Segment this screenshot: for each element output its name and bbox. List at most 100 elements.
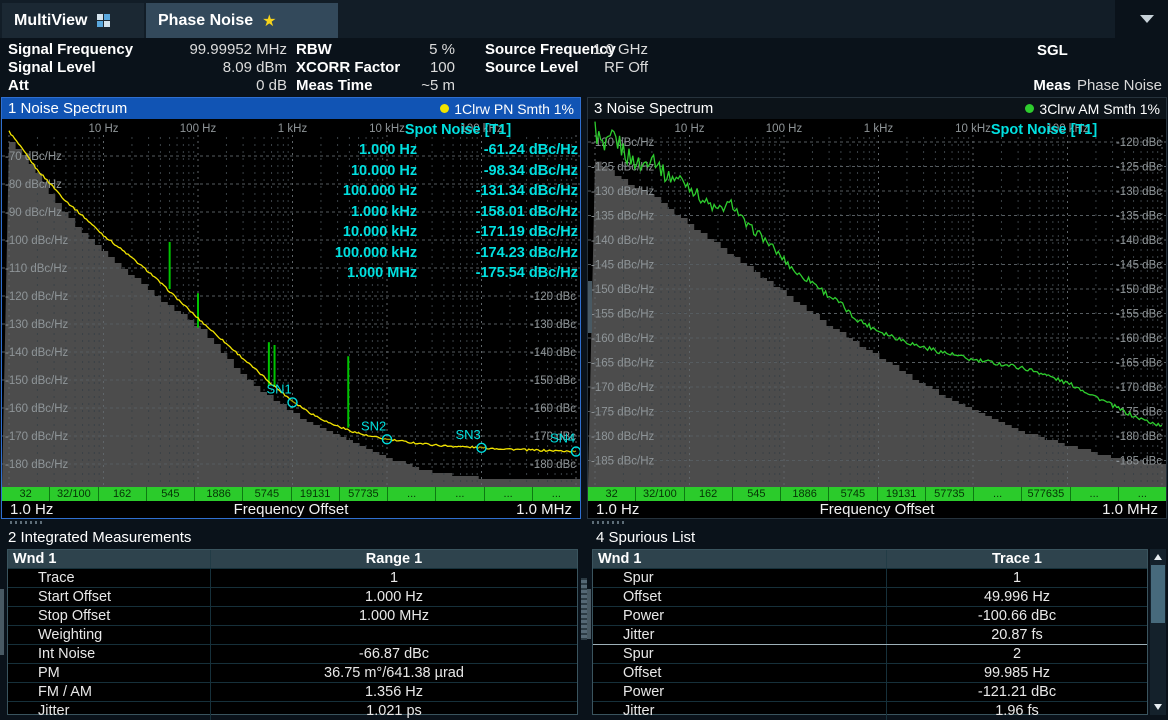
marker-sn2[interactable] [383,435,392,444]
scroll-up-icon[interactable] [1154,554,1162,560]
xcorr-segment-cell: ... [1119,487,1166,501]
window-1-trace-legend: 1Clrw PN Smth 1% [440,101,574,117]
xcorr-segment-bar-3: 3232/100162545188657451913157735...57763… [588,487,1166,501]
y-left-tick-label: -130 dBc/Hz [5,319,69,331]
y-right-tick-label: -160 dBc [1116,333,1162,345]
spot-noise-table-3: Spot Noise [T1] [866,121,1164,140]
header-field-value[interactable]: ~5 m [215,77,455,95]
scroll-down-icon[interactable] [1154,704,1162,710]
xcorr-segment-cell: ... [1071,487,1119,501]
spot-noise-value: -131.34 dBc/Hz [417,181,578,202]
xcorr-segment-cell: 19131 [878,487,926,501]
row-value: 1.000 MHz [210,607,577,625]
table-row[interactable]: Jitter20.87 fs [593,625,1147,644]
xcorr-segment-cell: 32 [2,487,50,501]
window-3-titlebar[interactable]: 3 Noise Spectrum 3Clrw AM Smth 1% [588,98,1166,119]
tab-phase-noise[interactable]: Phase Noise ★ [146,3,338,38]
table-row[interactable]: Weighting [8,625,577,644]
marker-label-sn4: SN4 [550,431,575,446]
marker-sn3[interactable] [477,443,486,452]
table-row[interactable]: Trace1 [8,568,577,587]
table-row[interactable]: Jitter1.96 fs [593,701,1147,720]
y-right-tick-label: -165 dBc [1116,358,1162,370]
window-4-titlebar[interactable]: 4 Spurious List [587,527,1168,548]
row-value: -100.66 dBc [886,607,1147,625]
x-tick-label: 10 Hz [88,123,118,135]
window-4-scrollbar[interactable] [1150,549,1166,715]
table-row[interactable]: FM / AM1.356 Hz [8,682,577,701]
table-row[interactable]: Jitter1.021 ps [8,701,577,720]
row-value [210,626,577,644]
spot-noise-value: -175.54 dBc/Hz [417,263,578,284]
x-axis-label-3: Frequency Offset [588,501,1166,518]
integrated-measurements-table: Wnd 1 Range 1 Trace1Start Offset1.000 Hz… [7,549,578,715]
header-field-value[interactable]: 1.0 GHz [408,41,648,59]
table-row[interactable]: Start Offset1.000 Hz [8,587,577,606]
window-3-noise-spectrum: 3 Noise Spectrum 3Clrw AM Smth 1% 10 Hz1… [587,97,1167,519]
xcorr-segment-cell: 57735 [340,487,388,501]
trace3-color-dot-icon [1025,104,1034,113]
row-label: Spur [593,569,886,587]
window-2-left-scroll-thumb[interactable] [0,589,4,655]
xcorr-segment-cell: 162 [685,487,733,501]
horizontal-splitter-handle-left[interactable] [10,521,44,524]
xcorr-segment-cell: 5745 [829,487,877,501]
table-row[interactable]: PM36.75 m°/641.38 µrad [8,663,577,682]
window-3-left-scroll-thumb[interactable] [588,281,592,333]
tab-multiview[interactable]: MultiView [2,3,144,38]
xcorr-segment-cell: ... [974,487,1022,501]
horizontal-splitter-handle-right[interactable] [592,521,626,524]
table-row[interactable]: Power-100.66 dBc [593,606,1147,625]
xcorr-segment-cell: 32/100 [50,487,98,501]
row-label: FM / AM [8,683,210,701]
multiview-grid-icon [97,14,110,27]
row-value: 1.96 fs [886,702,1147,720]
y-left-tick-label: -160 dBc/Hz [591,333,655,345]
table-row[interactable]: Power-121.21 dBc [593,682,1147,701]
table-row[interactable]: Spur1 [593,568,1147,587]
row-label: Int Noise [8,645,210,663]
table-row[interactable]: Int Noise-66.87 dBc [8,644,577,663]
table-row[interactable]: Stop Offset1.000 MHz [8,606,577,625]
y-right-tick-label: -145 dBc [1116,260,1162,272]
window-1-noise-spectrum: 1 Noise Spectrum 1Clrw PN Smth 1% 10 Hz 1… [1,97,581,519]
y-right-tick-label: -135 dBc [1116,211,1162,223]
y-left-tick-label: -185 dBc/Hz [591,456,655,468]
y-right-tick-label: -180 dBc [530,459,576,471]
y-left-tick-label: -70 dBc/Hz [5,151,62,163]
spot-noise-offset: 10.000 kHz [280,222,417,243]
y-left-tick-label: -120 dBc/Hz [5,291,69,303]
marker-sn4[interactable] [572,447,581,456]
spot-noise-offset: 1.000 Hz [280,140,417,161]
y-left-tick-label: -155 dBc/Hz [591,309,655,321]
row-value: 1.021 ps [210,702,577,720]
y-left-tick-label: -175 dBc/Hz [591,407,655,419]
window-2-titlebar[interactable]: 2 Integrated Measurements [0,527,582,548]
marker-sn1[interactable] [288,398,297,407]
y-left-tick-label: -150 dBc/Hz [5,375,69,387]
xcorr-segment-cell: 1886 [781,487,829,501]
spectrum-plot-3: 10 Hz100 Hz1 kHz10 kHz100 kHz-120 dBc/Hz… [588,119,1166,487]
y-right-tick-label: -185 dBc [1116,456,1162,468]
row-label: Jitter [593,702,886,720]
y-right-tick-label: -140 dBc [1116,235,1162,247]
y-left-tick-label: -140 dBc/Hz [5,347,69,359]
scroll-thumb[interactable] [1151,565,1165,623]
row-value: 1 [210,569,577,587]
xcorr-segment-bar-1: 3232/100162545188657451913157735........… [2,487,580,501]
header-field-value[interactable]: RF Off [408,59,648,77]
row-value: 2 [886,645,1147,663]
table-row[interactable]: Spur2 [593,644,1147,663]
meas-label: Meas [1033,77,1071,94]
y-left-tick-label: -150 dBc/Hz [591,284,655,296]
window-4-left-scroll-thumb[interactable] [587,589,591,639]
table-row[interactable]: Offset99.985 Hz [593,663,1147,682]
tab-dropdown-icon[interactable] [1140,15,1154,23]
xcorr-segment-cell: 162 [99,487,147,501]
row-label: Offset [593,588,886,606]
xcorr-segment-cell: ... [533,487,580,501]
spot-noise-row: 10.000 Hz-98.34 dBc/Hz [280,161,578,182]
window-3-title: 3 Noise Spectrum [594,100,713,117]
window-1-titlebar[interactable]: 1 Noise Spectrum 1Clrw PN Smth 1% [2,98,580,119]
table-row[interactable]: Offset49.996 Hz [593,587,1147,606]
